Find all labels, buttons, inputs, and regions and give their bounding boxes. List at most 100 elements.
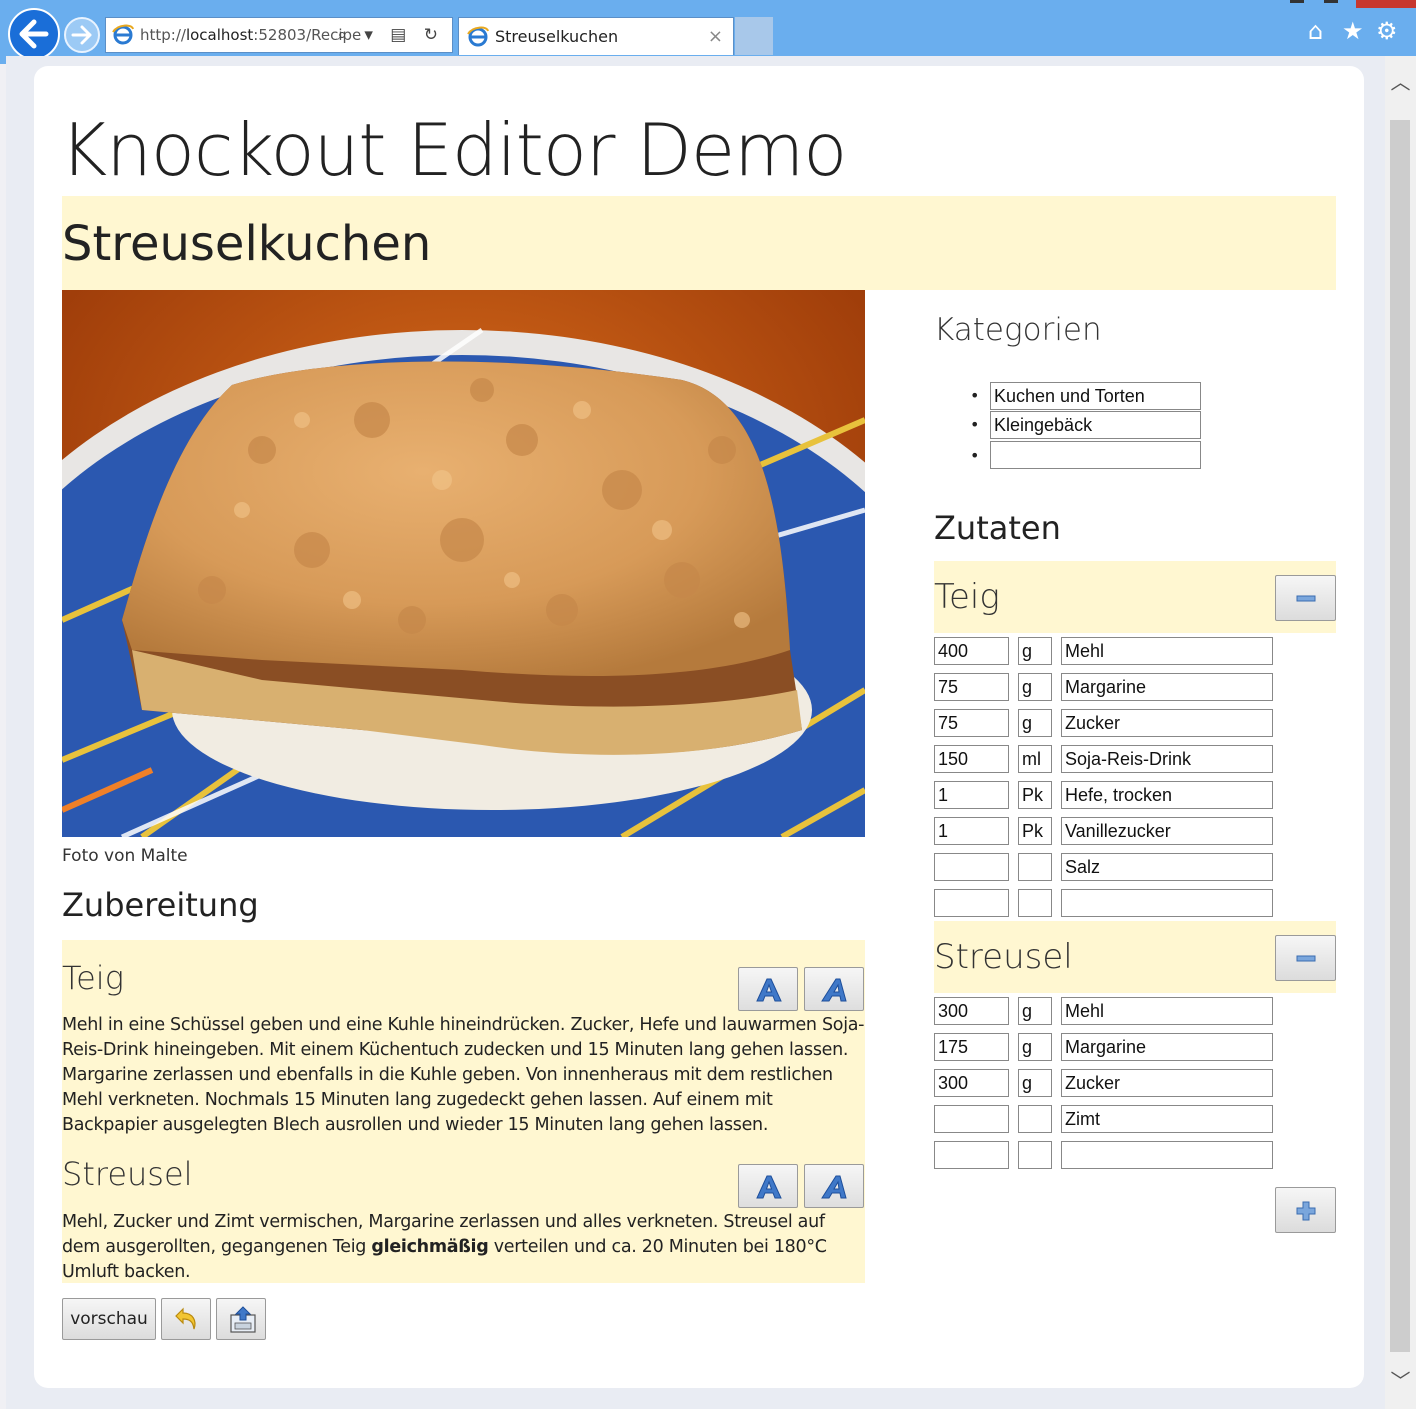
- ingredient-name[interactable]: [1061, 1105, 1273, 1133]
- ingredient-name[interactable]: [1061, 889, 1273, 917]
- address-bar[interactable]: http://localhost:52803/Recipe ⌕ ▾ ▤ ↻: [105, 17, 453, 53]
- ingredient-unit[interactable]: [1018, 673, 1052, 701]
- list-bullet: •: [970, 446, 980, 465]
- bold-a-icon: [756, 1175, 782, 1199]
- ingredient-unit[interactable]: [1018, 889, 1052, 917]
- ingredient-amount[interactable]: [934, 853, 1009, 881]
- italic-button[interactable]: [804, 1164, 864, 1208]
- ingredient-amount[interactable]: [934, 673, 1009, 701]
- scroll-down-icon[interactable]: ﹀: [1385, 1361, 1416, 1401]
- save-button[interactable]: [216, 1298, 266, 1340]
- close-window-button[interactable]: [1356, 0, 1416, 8]
- undo-button[interactable]: [161, 1298, 211, 1340]
- ingredient-unit[interactable]: [1018, 1141, 1052, 1169]
- ingredient-unit[interactable]: [1018, 853, 1052, 881]
- ingredient-name[interactable]: [1061, 817, 1273, 845]
- step-text[interactable]: Mehl, Zucker und Zimt vermischen, Margar…: [62, 1210, 865, 1285]
- ingredient-amount[interactable]: [934, 1069, 1009, 1097]
- maximize-button[interactable]: [1324, 0, 1338, 3]
- ingredient-name[interactable]: [1061, 745, 1273, 773]
- ingredient-amount[interactable]: [934, 745, 1009, 773]
- minus-icon: [1296, 595, 1316, 602]
- ingredient-unit[interactable]: [1018, 1033, 1052, 1061]
- ingredients-heading: Zutaten: [934, 509, 1061, 547]
- scroll-up-icon[interactable]: ︿: [1385, 62, 1416, 102]
- ingredient-unit[interactable]: [1018, 709, 1052, 737]
- minimize-button[interactable]: [1290, 0, 1304, 3]
- remove-group-button[interactable]: [1275, 935, 1336, 981]
- gear-icon[interactable]: ⚙: [1376, 18, 1398, 44]
- ingredient-amount[interactable]: [934, 781, 1009, 809]
- ingredient-unit[interactable]: [1018, 637, 1052, 665]
- category-input[interactable]: [990, 441, 1201, 469]
- browser-chrome: http://localhost:52803/Recipe ⌕ ▾ ▤ ↻ St…: [0, 0, 1416, 64]
- remove-group-button[interactable]: [1275, 575, 1336, 621]
- ingredient-name[interactable]: [1061, 1033, 1273, 1061]
- ingredient-amount[interactable]: [934, 1141, 1009, 1169]
- ingredient-name[interactable]: [1061, 1141, 1273, 1169]
- ingredient-group-title[interactable]: Teig: [934, 575, 1000, 619]
- new-tab-button[interactable]: [735, 17, 773, 55]
- category-input[interactable]: [990, 382, 1201, 410]
- recipe-name[interactable]: Streuselkuchen: [62, 214, 431, 274]
- ingredient-name[interactable]: [1061, 709, 1273, 737]
- list-bullet: •: [970, 415, 980, 434]
- page-title: Knockout Editor Demo: [60, 108, 847, 192]
- ingredient-name[interactable]: [1061, 781, 1273, 809]
- preparation-steps: Teig Mehl in eine Schüssel geben und ein…: [62, 940, 865, 1283]
- italic-a-icon: [821, 978, 847, 1002]
- ingredient-amount[interactable]: [934, 889, 1009, 917]
- step-text[interactable]: Mehl in eine Schüssel geben und eine Kuh…: [62, 1013, 865, 1138]
- minus-icon: [1296, 955, 1316, 962]
- ingredient-amount[interactable]: [934, 709, 1009, 737]
- save-icon: [230, 1306, 256, 1333]
- address-tools[interactable]: ⌕ ▾ ▤ ↻: [337, 18, 444, 52]
- categories-heading: Kategorien: [934, 312, 1102, 348]
- vertical-scrollbar[interactable]: ︿ ﹀: [1385, 56, 1416, 1409]
- bold-a-icon: [756, 978, 782, 1002]
- photo-caption: Foto von Malte: [62, 846, 188, 866]
- bold-button[interactable]: [738, 1164, 798, 1208]
- italic-a-icon: [821, 1175, 847, 1199]
- category-input[interactable]: [990, 411, 1201, 439]
- ingredient-name[interactable]: [1061, 997, 1273, 1025]
- undo-icon: [175, 1307, 196, 1330]
- ingredient-unit[interactable]: [1018, 817, 1052, 845]
- ingredient-amount[interactable]: [934, 1033, 1009, 1061]
- star-icon[interactable]: ★: [1342, 18, 1364, 44]
- ingredient-amount[interactable]: [934, 637, 1009, 665]
- ie-logo-icon: [112, 24, 134, 45]
- tab-close-icon[interactable]: ×: [708, 18, 723, 56]
- step-title[interactable]: Streusel: [62, 1152, 193, 1196]
- tab-title: Streuselkuchen: [495, 27, 619, 46]
- recipe-photo: [62, 290, 865, 837]
- ingredient-name[interactable]: [1061, 637, 1273, 665]
- ingredient-unit[interactable]: [1018, 1105, 1052, 1133]
- ingredient-amount[interactable]: [934, 997, 1009, 1025]
- preview-button[interactable]: vorschau: [62, 1298, 156, 1340]
- back-button[interactable]: [8, 8, 60, 60]
- ingredient-name[interactable]: [1061, 853, 1273, 881]
- ingredient-name[interactable]: [1061, 1069, 1273, 1097]
- ingredient-group-title[interactable]: Streusel: [934, 935, 1073, 979]
- ingredient-unit[interactable]: [1018, 1069, 1052, 1097]
- tab-streuselkuchen[interactable]: Streuselkuchen ×: [458, 17, 734, 55]
- ingredient-amount[interactable]: [934, 817, 1009, 845]
- ingredient-unit[interactable]: [1018, 781, 1052, 809]
- ie-logo-icon: [467, 26, 489, 47]
- back-arrow-icon: [19, 19, 49, 49]
- ingredient-amount[interactable]: [934, 1105, 1009, 1133]
- forward-button[interactable]: [64, 17, 100, 53]
- recipe-header: Streuselkuchen: [62, 196, 1336, 290]
- scroll-thumb[interactable]: [1390, 120, 1410, 1352]
- ingredient-unit[interactable]: [1018, 997, 1052, 1025]
- ingredient-name[interactable]: [1061, 673, 1273, 701]
- step-title[interactable]: Teig: [62, 956, 124, 1000]
- ingredient-unit[interactable]: [1018, 745, 1052, 773]
- add-group-button[interactable]: [1275, 1187, 1336, 1233]
- url-text: http://localhost:52803/Recipe: [140, 26, 362, 44]
- italic-button[interactable]: [804, 967, 864, 1011]
- preparation-heading: Zubereitung: [62, 886, 259, 924]
- bold-button[interactable]: [738, 967, 798, 1011]
- home-icon[interactable]: ⌂: [1308, 18, 1323, 44]
